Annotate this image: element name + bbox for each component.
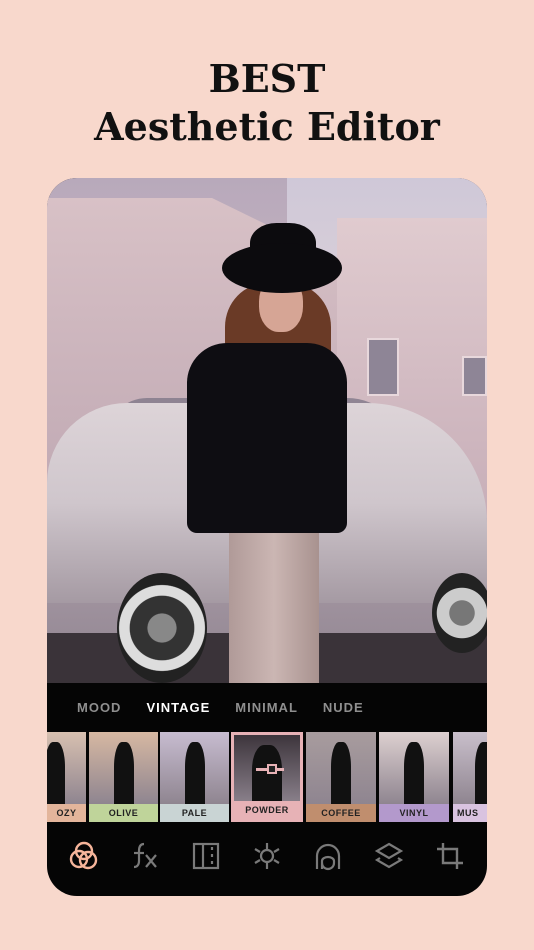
- filter-label: VINYL: [379, 804, 449, 822]
- headline-line1: BEST: [208, 56, 326, 101]
- filters-icon[interactable]: [67, 839, 101, 873]
- filter-label: POWDER: [234, 801, 300, 819]
- phone-mockup: MOOD VINTAGE MINIMAL NUDE OZY OLIVE PALE…: [47, 178, 487, 896]
- tab-mood[interactable]: MOOD: [77, 700, 121, 715]
- filter-thumb-vinyl[interactable]: VINYL: [379, 732, 449, 822]
- layers-icon[interactable]: [372, 839, 406, 873]
- photo-preview: [47, 178, 487, 683]
- filter-thumb-cozy[interactable]: OZY: [47, 732, 86, 822]
- headline-line2: Aesthetic Editor: [94, 104, 440, 149]
- crop-icon[interactable]: [433, 839, 467, 873]
- slider-knob[interactable]: [267, 764, 277, 774]
- filter-label: OLIVE: [89, 804, 158, 822]
- filter-thumb-powder[interactable]: POWDER: [231, 732, 303, 822]
- filter-thumb-olive[interactable]: OLIVE: [89, 732, 158, 822]
- filter-label: PALE: [160, 804, 229, 822]
- bottom-toolbar: [47, 826, 487, 886]
- filter-thumb-pale[interactable]: PALE: [160, 732, 229, 822]
- tab-vintage[interactable]: VINTAGE: [146, 700, 210, 715]
- filter-label: COFFEE: [306, 804, 376, 822]
- fx-icon[interactable]: [128, 839, 162, 873]
- filter-label: OZY: [47, 804, 86, 822]
- filter-strip: OZY OLIVE PALE POWDER COFFEE VINYL MUS: [47, 732, 487, 822]
- filter-thumb-coffee[interactable]: COFFEE: [306, 732, 376, 822]
- grain-icon[interactable]: [189, 839, 223, 873]
- filter-category-tabs: MOOD VINTAGE MINIMAL NUDE: [47, 683, 487, 731]
- tab-nude[interactable]: NUDE: [323, 700, 364, 715]
- filter-label: MUS: [453, 804, 487, 822]
- tab-minimal[interactable]: MINIMAL: [235, 700, 298, 715]
- vignette-icon[interactable]: [311, 839, 345, 873]
- filter-thumb-mus[interactable]: MUS: [453, 732, 487, 822]
- brightness-icon[interactable]: [250, 839, 284, 873]
